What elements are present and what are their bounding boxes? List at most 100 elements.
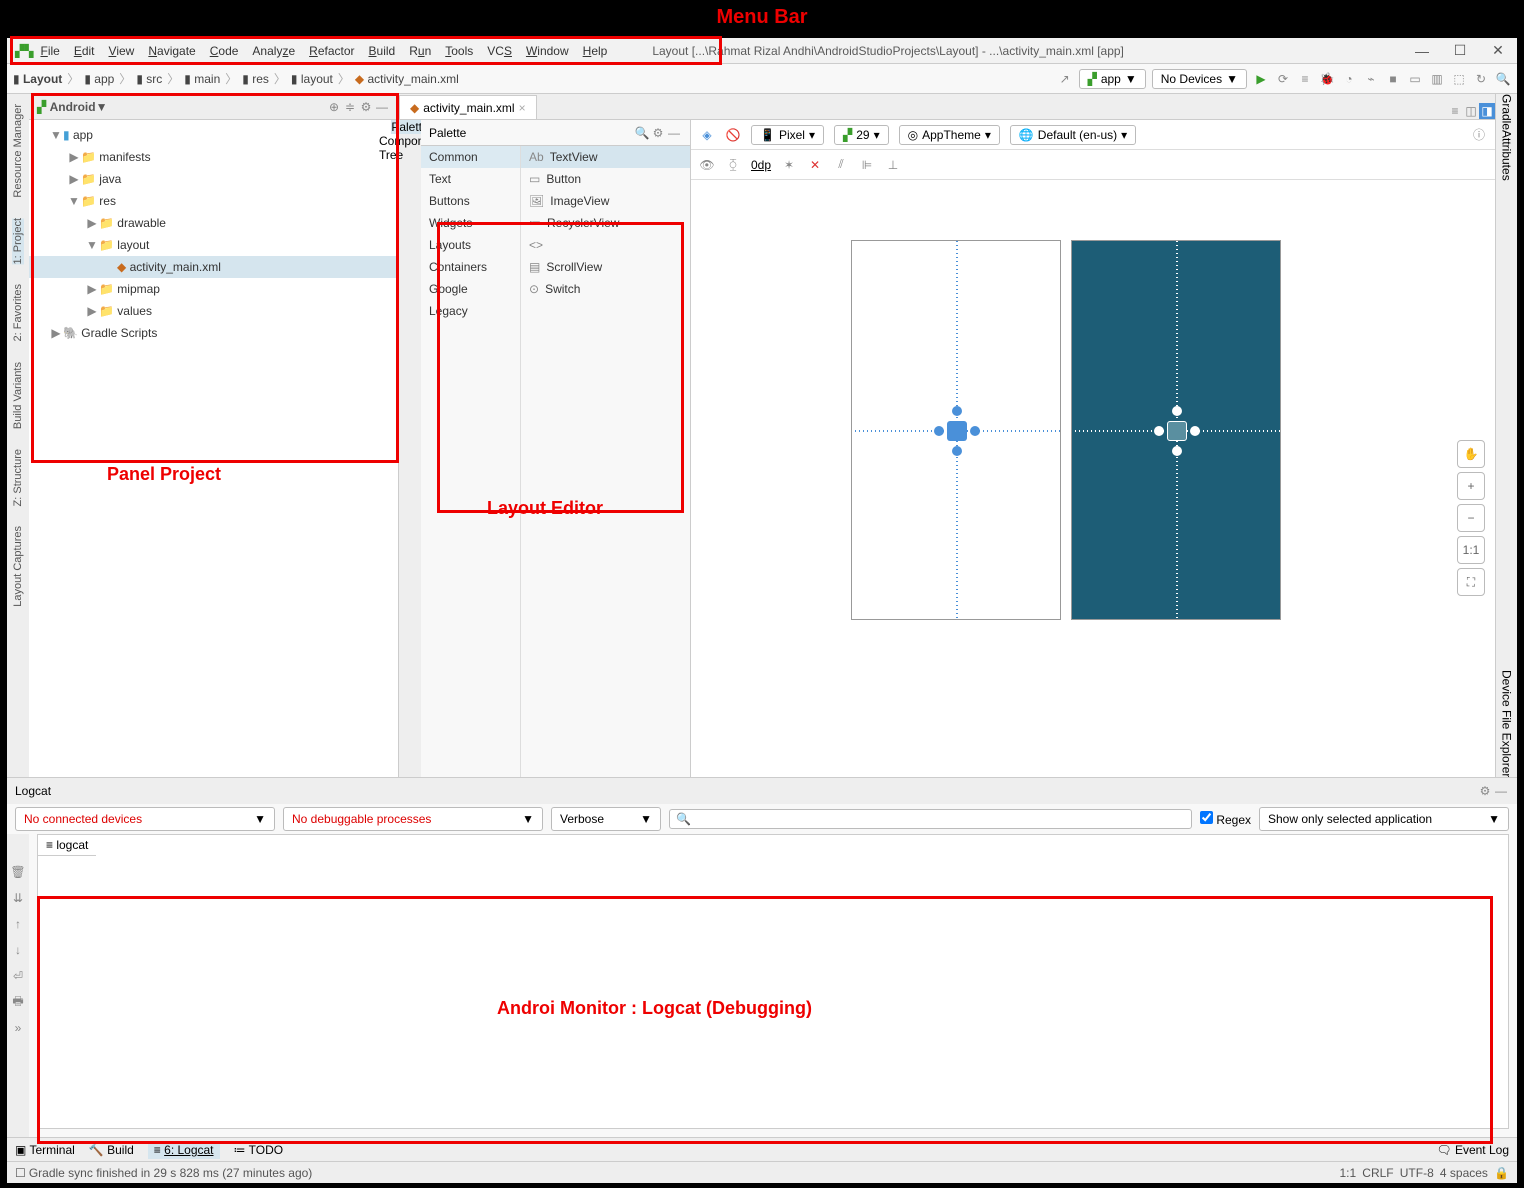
theme-combo[interactable]: ◎ AppTheme ▾ xyxy=(899,125,1000,145)
avd-icon[interactable]: ▭ xyxy=(1407,71,1423,87)
device-preview-blueprint[interactable] xyxy=(1071,240,1281,620)
menu-window[interactable]: Window xyxy=(526,44,569,58)
logcat-gear-icon[interactable]: ⚙ xyxy=(1477,783,1493,799)
zoom-in-button[interactable]: + xyxy=(1457,472,1485,500)
menu-help[interactable]: Help xyxy=(583,44,608,58)
hide-icon[interactable]: — xyxy=(374,99,390,115)
palette-cat[interactable]: Layouts xyxy=(421,234,520,256)
palette-item[interactable]: ▭Button xyxy=(521,168,690,190)
view-blueprint-icon[interactable]: ◨ xyxy=(1479,103,1495,119)
palette-item[interactable]: 🖼ImageView xyxy=(521,190,690,212)
bc-app[interactable]: ▮ app xyxy=(84,72,114,86)
zoom-out-button[interactable]: − xyxy=(1457,504,1485,532)
locale-combo[interactable]: 🌐 Default (en-us) ▾ xyxy=(1010,125,1136,145)
palette-item[interactable]: <> xyxy=(521,234,690,256)
print-icon[interactable]: 🖶 xyxy=(10,994,26,1010)
more-icon[interactable]: » xyxy=(10,1020,26,1036)
menu-code[interactable]: Code xyxy=(210,44,239,58)
bc-main[interactable]: ▮ main xyxy=(184,72,220,86)
wrap-icon[interactable]: ⏎ xyxy=(10,968,26,984)
palette-hide-icon[interactable]: — xyxy=(666,125,682,141)
logcat-regex-check[interactable]: Regex xyxy=(1200,811,1251,827)
tree-row[interactable]: ▶📁 java xyxy=(29,168,398,190)
debug-icon[interactable]: 🐞 xyxy=(1319,71,1335,87)
tab-structure[interactable]: Z: Structure xyxy=(12,449,24,506)
bc-root[interactable]: ▮ Layout xyxy=(13,72,62,86)
sync-gradle-icon[interactable]: ↻ xyxy=(1473,71,1489,87)
lock-icon[interactable]: 🔒 xyxy=(1494,1166,1509,1180)
menu-edit[interactable]: Edit xyxy=(74,44,95,58)
tab-device-explorer[interactable]: Device File Explorer xyxy=(1500,670,1514,777)
device-combo[interactable]: 📱 Pixel ▾ xyxy=(751,125,824,145)
bc-layout[interactable]: ▮ layout xyxy=(291,72,333,86)
tree-row[interactable]: ▼📁 res xyxy=(29,190,398,212)
api-combo[interactable]: ▞ 29 ▾ xyxy=(834,125,889,145)
pack-icon[interactable]: ⫽ xyxy=(833,157,849,173)
stop-icon[interactable]: ≡ xyxy=(1297,71,1313,87)
pan-button[interactable]: ✋ xyxy=(1457,440,1485,468)
tab-attributes[interactable]: Attributes xyxy=(1500,130,1514,181)
zoom-fit-button[interactable]: ⛶ xyxy=(1457,568,1485,596)
close-tab-icon[interactable]: × xyxy=(519,101,526,115)
magnet-icon[interactable]: ⧲ xyxy=(725,157,741,173)
logcat-process-combo[interactable]: No debuggable processes▼ xyxy=(283,807,543,831)
bc-res[interactable]: ▮ res xyxy=(242,72,269,86)
logcat-hide-icon[interactable]: — xyxy=(1493,783,1509,799)
zoom-1to1-button[interactable]: 1:1 xyxy=(1457,536,1485,564)
tree-row[interactable]: ▶📁 values xyxy=(29,300,398,322)
palette-search-icon[interactable]: 🔍 xyxy=(634,125,650,141)
device-preview-design[interactable] xyxy=(851,240,1061,620)
tree-row[interactable]: ▶📁 manifests xyxy=(29,146,398,168)
palette-item[interactable]: ⊙Switch xyxy=(521,278,690,300)
editor-tab-activity-main[interactable]: ◆activity_main.xml× xyxy=(399,95,537,119)
menu-navigate[interactable]: Navigate xyxy=(148,44,195,58)
palette-cat[interactable]: Legacy xyxy=(421,300,520,322)
device-selector[interactable]: No Devices ▼ xyxy=(1152,69,1247,89)
bc-src[interactable]: ▮ src xyxy=(136,72,162,86)
tab-build[interactable]: 🔨 Build xyxy=(89,1143,134,1157)
scroll-icon[interactable]: ⇊ xyxy=(10,890,26,906)
tree-row[interactable]: ▶🐘 Gradle Scripts xyxy=(29,322,398,344)
palette-cat[interactable]: Widgets xyxy=(421,212,520,234)
bc-file[interactable]: ◆ activity_main.xml xyxy=(355,72,459,86)
tab-todo[interactable]: ≔ TODO xyxy=(234,1143,284,1157)
logcat-output[interactable]: ≡ logcat xyxy=(37,834,1509,1129)
collapse-icon[interactable]: ≑ xyxy=(342,99,358,115)
palette-item[interactable]: ▤ScrollView xyxy=(521,256,690,278)
tab-terminal[interactable]: ▣ Terminal xyxy=(15,1143,75,1157)
palette-categories[interactable]: CommonTextButtonsWidgetsLayoutsContainer… xyxy=(421,146,521,777)
gear-icon[interactable]: ⚙ xyxy=(358,99,374,115)
orientation-icon[interactable]: 🚫 xyxy=(725,127,741,143)
apply-icon[interactable]: ⟳ xyxy=(1275,71,1291,87)
sync-icon[interactable]: ↗ xyxy=(1057,71,1073,87)
logcat-tab[interactable]: ≡ logcat xyxy=(38,835,96,856)
logcat-device-combo[interactable]: No connected devices▼ xyxy=(15,807,275,831)
sdk-icon[interactable]: ▥ xyxy=(1429,71,1445,87)
eye-icon[interactable]: 👁 xyxy=(699,157,715,173)
warnings-icon[interactable]: ⓘ xyxy=(1471,127,1487,143)
tab-gradle[interactable]: Gradle xyxy=(1500,94,1514,130)
attach-icon[interactable]: ⌁ xyxy=(1363,71,1379,87)
tab-event-log[interactable]: 🗨 Event Log xyxy=(1436,1143,1509,1157)
palette-gear-icon[interactable]: ⚙ xyxy=(650,125,666,141)
down-icon[interactable]: ↓ xyxy=(10,942,26,958)
logcat-level-combo[interactable]: Verbose▼ xyxy=(551,807,661,831)
infer-icon[interactable]: ✶ xyxy=(781,157,797,173)
palette-cat[interactable]: Containers xyxy=(421,256,520,278)
menu-vcs[interactable]: VCS xyxy=(487,44,512,58)
clear-icon[interactable]: ✕ xyxy=(807,157,823,173)
tab-favorites[interactable]: 2: Favorites xyxy=(12,284,24,341)
tab-build-variants[interactable]: Build Variants xyxy=(12,362,24,429)
tab-project[interactable]: 1: Project xyxy=(12,218,24,264)
tab-resource-manager[interactable]: Resource Manager xyxy=(12,104,24,198)
tab-logcat[interactable]: ≡ 6: Logcat xyxy=(148,1141,220,1159)
palette-item[interactable]: AbTextView xyxy=(521,146,690,168)
palette-items[interactable]: AbTextView▭Button🖼ImageView≔RecyclerView… xyxy=(521,146,690,777)
guide-icon[interactable]: ⊥ xyxy=(885,157,901,173)
tab-layout-captures[interactable]: Layout Captures xyxy=(12,526,24,607)
tree-row[interactable]: ◆ activity_main.xml xyxy=(29,256,398,278)
palette-item[interactable]: ≔RecyclerView xyxy=(521,212,690,234)
design-canvas[interactable]: ✋ + − 1:1 ⛶ xyxy=(691,180,1495,777)
structure-icon[interactable]: ⬚ xyxy=(1451,71,1467,87)
menu-run[interactable]: Run xyxy=(409,44,431,58)
